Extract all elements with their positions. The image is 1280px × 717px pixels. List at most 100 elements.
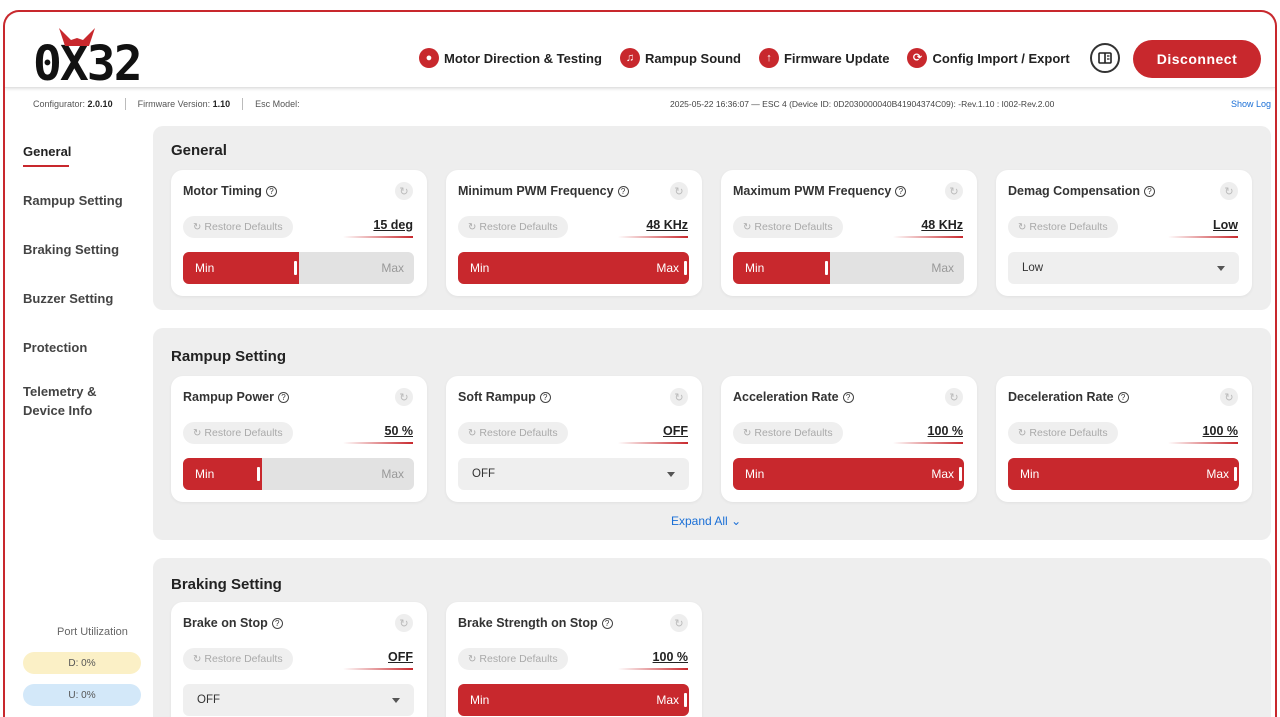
slider-max-label: Max [1206, 467, 1229, 481]
sidebar-item-buzzer-setting[interactable]: Buzzer Setting [23, 289, 113, 308]
nav-motor-direction-testing[interactable]: ● Motor Direction & Testing [419, 48, 602, 68]
chevron-down-icon: ⌄ [731, 514, 742, 528]
option-select[interactable]: Low [1008, 252, 1239, 284]
divider [242, 98, 244, 110]
slider-thumb[interactable] [256, 467, 260, 481]
help-icon[interactable]: ? [539, 392, 551, 403]
setting-card-demag-compensation: Demag Compensation? ↻ ↻ Restore Defaults … [996, 170, 1252, 296]
restore-defaults-button[interactable]: ↻ Restore Defaults [1008, 422, 1118, 444]
restore-defaults-button[interactable]: ↻ Restore Defaults [458, 216, 568, 238]
reset-icon[interactable]: ↻ [945, 388, 963, 406]
section-title: General [171, 142, 227, 159]
value-slider[interactable]: Min Max [183, 458, 414, 490]
show-log-link[interactable]: Show Log [1231, 99, 1271, 109]
setting-card-minimum-pwm-frequency: Minimum PWM Frequency? ↻ ↻ Restore Defaul… [446, 170, 702, 296]
sidebar-item-general[interactable]: General [23, 142, 71, 167]
sidebar-item-telemetry[interactable]: Telemetry & Device Info [23, 382, 96, 420]
restore-defaults-button[interactable]: ↻ Restore Defaults [458, 648, 568, 670]
configurator-label: Configurator: [33, 99, 86, 109]
slider-fill [733, 458, 964, 490]
setting-value: 15 deg [373, 218, 413, 232]
sync-icon: ⟳ [907, 48, 928, 68]
restore-defaults-button[interactable]: ↻ Restore Defaults [733, 422, 843, 444]
value-slider[interactable]: Min Max [458, 252, 689, 284]
card-label: Acceleration Rate? [733, 390, 854, 404]
reset-icon[interactable]: ↻ [670, 182, 688, 200]
restore-label: Restore Defaults [204, 427, 283, 439]
value-underline [893, 236, 963, 238]
motor-icon: ● [419, 48, 439, 68]
sidebar-item-protection[interactable]: Protection [23, 338, 87, 357]
app-window: 0X32 ● Motor Direction & Testing ♫ Rampu… [3, 10, 1277, 717]
restore-defaults-button[interactable]: ↻ Restore Defaults [733, 216, 843, 238]
slider-thumb[interactable] [684, 261, 687, 275]
help-icon[interactable]: ? [601, 618, 613, 629]
value-slider[interactable]: Min Max [733, 458, 964, 490]
help-icon[interactable]: ? [265, 186, 277, 197]
setting-value: 48 KHz [921, 218, 963, 232]
value-slider[interactable]: Min Max [1008, 458, 1239, 490]
nav-rampup-sound[interactable]: ♫ Rampup Sound [619, 48, 741, 68]
restore-defaults-button[interactable]: ↻ Restore Defaults [1008, 216, 1118, 238]
restore-icon: ↻ [743, 221, 752, 233]
setting-value: 100 % [652, 650, 688, 664]
nav-firmware-update[interactable]: ↑ Firmware Update [758, 48, 889, 68]
restore-defaults-button[interactable]: ↻ Restore Defaults [458, 422, 568, 444]
help-icon[interactable]: ? [278, 392, 289, 403]
port-download-badge: D: 0% [23, 652, 141, 674]
restore-label: Restore Defaults [479, 221, 558, 233]
value-underline [343, 442, 413, 444]
slider-thumb[interactable] [959, 467, 962, 481]
option-select[interactable]: OFF [458, 458, 689, 490]
configurator-value: 2.0.10 [87, 99, 113, 109]
reset-icon[interactable]: ↻ [395, 182, 413, 200]
value-underline [618, 442, 688, 444]
card-label-text: Maximum PWM Frequency [733, 184, 892, 198]
help-icon[interactable]: ? [271, 618, 283, 629]
port-utilization-title: Port Utilization [57, 626, 128, 638]
chevron-down-icon [1217, 266, 1225, 271]
slider-thumb[interactable] [684, 693, 687, 707]
value-slider[interactable]: Min Max [733, 252, 964, 284]
reset-icon[interactable]: ↻ [670, 388, 688, 406]
value-underline [618, 668, 688, 670]
restore-icon: ↻ [468, 653, 477, 665]
help-icon[interactable]: ? [895, 186, 907, 197]
reset-icon[interactable]: ↻ [1220, 182, 1238, 200]
restore-defaults-button[interactable]: ↻ Restore Defaults [183, 422, 293, 444]
manual-button[interactable] [1089, 43, 1120, 73]
help-icon[interactable]: ? [842, 392, 854, 403]
value-slider[interactable]: Min Max [183, 252, 414, 284]
restore-label: Restore Defaults [479, 653, 558, 665]
slider-thumb[interactable] [1234, 467, 1237, 481]
help-icon[interactable]: ? [1117, 392, 1129, 403]
reset-icon[interactable]: ↻ [395, 388, 413, 406]
slider-max-label: Max [381, 261, 404, 275]
help-icon[interactable]: ? [617, 186, 629, 197]
restore-defaults-button[interactable]: ↻ Restore Defaults [183, 216, 293, 238]
nav-config-import-export[interactable]: ⟳ Config Import / Export [907, 48, 1070, 68]
sidebar-item-rampup-setting[interactable]: Rampup Setting [23, 191, 123, 210]
disconnect-button[interactable]: Disconnect [1133, 40, 1261, 78]
expand-all-link[interactable]: Expand All ⌄ [671, 514, 741, 528]
logo: 0X32 [33, 28, 143, 84]
reset-icon[interactable]: ↻ [945, 182, 963, 200]
reset-icon[interactable]: ↻ [1220, 388, 1238, 406]
value-slider[interactable]: Min Max [458, 684, 689, 716]
slider-thumb[interactable] [293, 261, 297, 275]
help-icon[interactable]: ? [1143, 186, 1155, 197]
reset-icon[interactable]: ↻ [395, 614, 413, 632]
option-select[interactable]: OFF [183, 684, 414, 716]
slider-thumb[interactable] [825, 261, 829, 275]
restore-icon: ↻ [1018, 221, 1027, 233]
restore-defaults-button[interactable]: ↻ Restore Defaults [183, 648, 293, 670]
sidebar-item-braking-setting[interactable]: Braking Setting [23, 240, 119, 259]
reset-icon[interactable]: ↻ [670, 614, 688, 632]
nav-label: Rampup Sound [644, 50, 741, 66]
setting-card-maximum-pwm-frequency: Maximum PWM Frequency? ↻ ↻ Restore Defaul… [721, 170, 977, 296]
slider-min-label: Min [745, 467, 765, 481]
setting-card-rampup-power: Rampup Power? ↻ ↻ Restore Defaults 50 % M… [171, 376, 427, 502]
restore-label: Restore Defaults [479, 427, 558, 439]
restore-icon: ↻ [1018, 427, 1027, 439]
card-label: Soft Rampup? [458, 390, 551, 404]
